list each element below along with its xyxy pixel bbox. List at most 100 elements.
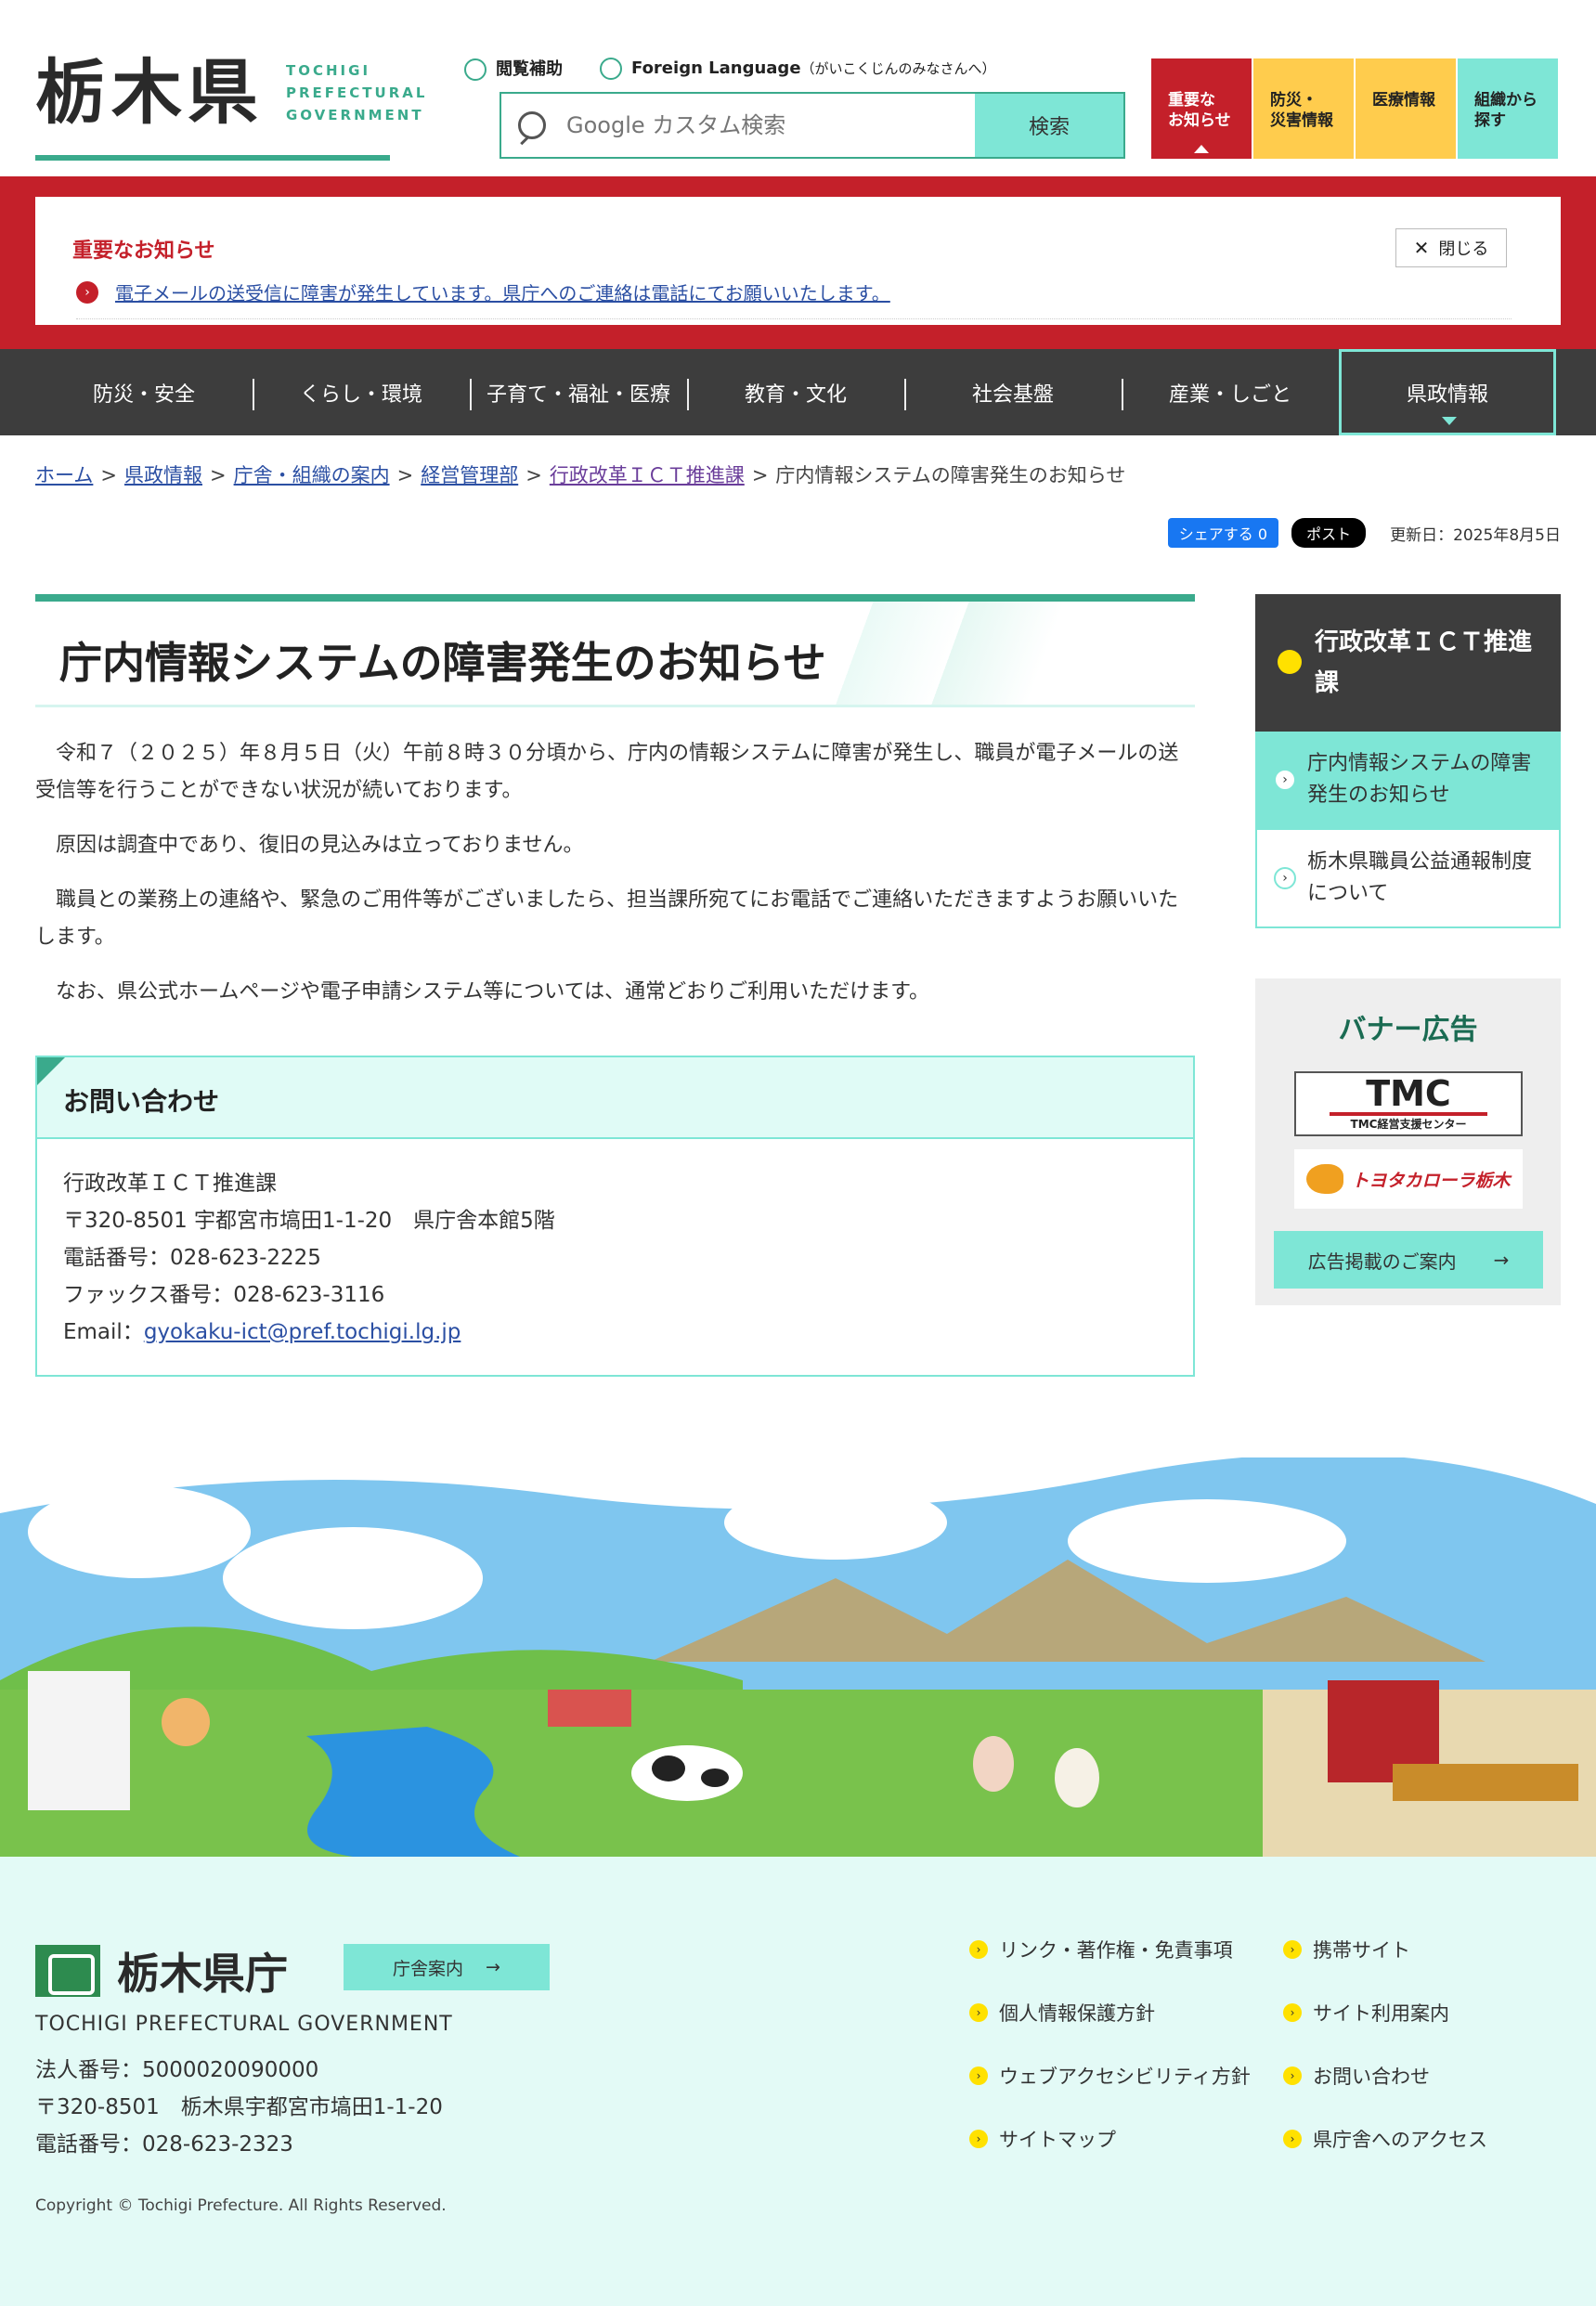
important-notice-button[interactable]: 重要な お知らせ <box>1151 58 1252 159</box>
paragraph: 原因は調査中であり、復旧の見込みは立っておりません。 <box>56 834 584 857</box>
global-nav: 防災・安全 くらし・環境 子育て・福祉・医療 教育・文化 社会基盤 産業・しごと… <box>0 349 1596 435</box>
search-button[interactable]: 検索 <box>975 94 1123 157</box>
browse-assist-label: 閲覧補助 <box>496 59 563 79</box>
sidebar-heading-label: 行政改革ＩＣＴ推進課 <box>1315 628 1533 697</box>
notice-link[interactable]: 電子メールの送受信に障害が発生しています。県庁へのご連絡は電話にてお願いいたしま… <box>115 279 890 305</box>
breadcrumb-link[interactable]: 庁舎・組織の案内 <box>234 464 390 486</box>
footer-links: › リンク・著作権・免責事項 › 携帯サイト › 個人情報保護方針 › サイト利用案内 … <box>969 1937 1562 2152</box>
footer-link-label: 携帯サイト <box>1313 1939 1410 1962</box>
site-footer: 栃木県庁 庁舎案内 → TOCHIGI PREFECTURAL GOVERNME… <box>0 1857 1596 2306</box>
nav-item-prefectural-admin[interactable]: 県政情報 <box>1339 349 1556 435</box>
close-icon: ✕ <box>1413 237 1430 259</box>
logo-underline <box>35 155 390 161</box>
disaster-info-button[interactable]: 防災・ 災害情報 <box>1253 58 1354 159</box>
paragraph: 職員との業務上の連絡や、緊急のご用件等がございましたら、担当課所宛てにお電話でご… <box>35 888 1179 949</box>
nav-item-disaster-safety[interactable]: 防災・安全 <box>35 349 253 435</box>
footer-info: 法人番号：5000020090000 〒320-8501 栃木県宇都宮市塙田1-… <box>35 2052 443 2163</box>
contact-address: 〒320-8501 宇都宮市塙田1-1-20 県庁舎本館5階 <box>63 1209 555 1233</box>
chevron-right-icon: › <box>969 1940 988 1959</box>
footer-link-label: リンク・著作権・免責事項 <box>999 1939 1233 1962</box>
footer-link-label: お問い合わせ <box>1313 2066 1430 2088</box>
footer-link-access[interactable]: › 県庁舎へのアクセス <box>1283 2126 1562 2152</box>
footer-link-contact[interactable]: › お問い合わせ <box>1283 2063 1562 2089</box>
breadcrumb-link[interactable]: 経営管理部 <box>421 464 518 486</box>
breadcrumb: ホーム > 県政情報 > 庁舎・組織の案内 > 経営管理部 > 行政改革ＩＣＴ推進課 > 庁内情報シ… <box>35 464 1126 486</box>
nav-item-childcare-welfare[interactable]: 子育て・福祉・医療 <box>470 349 687 435</box>
utility-links: 閲覧補助 Foreign Language（がいこくじんのみなさんへ） <box>464 56 996 81</box>
footer-address: 〒320-8501 栃木県宇都宮市塙田1-1-20 <box>35 2095 443 2119</box>
sidebar-heading: 行政改革ＩＣＴ推進課 <box>1255 594 1561 732</box>
search-icon <box>518 111 546 139</box>
footer-link-site-guide[interactable]: › サイト利用案内 <box>1283 2000 1562 2026</box>
footer-link-label: 個人情報保護方針 <box>999 2002 1155 2025</box>
chevron-right-icon: › <box>969 2130 988 2148</box>
chevron-right-icon: › <box>969 2003 988 2022</box>
sidebar-item-label: 栃木県職員公益通報制度について <box>1307 850 1533 905</box>
sidebar-item-label: 庁内情報システムの障害発生のお知らせ <box>1307 752 1532 807</box>
footer-phone: 電話番号：028-623-2323 <box>35 2132 293 2157</box>
page-title-box: 庁内情報システムの障害発生のお知らせ <box>35 594 1195 707</box>
chevron-right-icon: › <box>1274 769 1296 791</box>
ad-info-button[interactable]: 広告掲載のご案内 → <box>1274 1231 1543 1289</box>
updated-date: 更新日：2025年8月5日 <box>1390 525 1561 545</box>
footer-link-copyright[interactable]: › リンク・著作権・免責事項 <box>969 1937 1283 1963</box>
nav-item-living-environment[interactable]: くらし・環境 <box>253 349 470 435</box>
paragraph: なお、県公式ホームページや電子申請システム等については、通常どおりご利用いただけ… <box>56 980 929 1004</box>
chevron-right-icon: › <box>1283 1940 1302 1959</box>
banner-ads: バナー広告 TMC TMC経営支援センター トヨタカローラ栃木 広告掲載のご案内… <box>1255 978 1561 1305</box>
notice-close-label: 閉じる <box>1438 240 1489 259</box>
corporate-number: 法人番号：5000020090000 <box>35 2058 319 2082</box>
x-post-button[interactable]: ポスト <box>1291 518 1367 548</box>
contact-email-row: Email：gyokaku-ict@pref.tochigi.lg.jp <box>63 1314 1167 1351</box>
breadcrumb-link[interactable]: 行政改革ＩＣＴ推進課 <box>550 464 745 486</box>
footer-link-privacy[interactable]: › 個人情報保護方針 <box>969 2000 1283 2026</box>
nav-item-industry-work[interactable]: 産業・しごと <box>1122 349 1339 435</box>
nav-item-education-culture[interactable]: 教育・文化 <box>687 349 904 435</box>
notice-box: 重要なお知らせ ✕ 閉じる › 電子メールの送受信に障害が発生しています。県庁へ… <box>35 197 1561 325</box>
email-label: Email： <box>63 1320 144 1344</box>
chevron-right-icon: › <box>1283 2003 1302 2022</box>
chevron-right-icon: › <box>76 280 98 304</box>
tmc-banner[interactable]: TMC TMC経営支援センター <box>1294 1071 1523 1136</box>
notice-item: › 電子メールの送受信に障害が発生しています。県庁へのご連絡は電話にてお願いいた… <box>76 279 1512 319</box>
site-logo[interactable]: 栃木県 TOCHIGI PREFECTURAL GOVERNMENT <box>35 58 427 128</box>
contact-email-link[interactable]: gyokaku-ict@pref.tochigi.lg.jp <box>144 1320 461 1344</box>
medical-info-button[interactable]: 医療情報 <box>1356 58 1456 159</box>
foreign-language-sub: （がいこくじんのみなさんへ） <box>800 59 996 77</box>
landscape-illustration <box>0 1457 1596 1857</box>
contact-dept: 行政改革ＩＣＴ推進課 <box>63 1172 277 1196</box>
contact-heading: お問い合わせ <box>37 1057 1193 1139</box>
footer-link-label: ウェブアクセシビリティ方針 <box>999 2066 1251 2088</box>
banner-title: バナー広告 <box>1338 1014 1478 1046</box>
building-guide-button[interactable]: 庁舎案内 → <box>344 1944 550 1990</box>
browse-assist-link[interactable]: 閲覧補助 <box>464 56 563 81</box>
breadcrumb-link[interactable]: ホーム <box>35 464 93 486</box>
globe-icon <box>600 57 622 80</box>
main-content: 庁内情報システムの障害発生のお知らせ 令和７（２０２５）年８月５日（火）午前８時… <box>35 594 1195 1377</box>
notice-title: 重要なお知らせ <box>72 240 215 263</box>
nav-item-infrastructure[interactable]: 社会基盤 <box>904 349 1122 435</box>
article-body: 令和７（２０２５）年８月５日（火）午前８時３０分頃から、庁内の情報システムに障害… <box>35 735 1195 1011</box>
footer-link-accessibility[interactable]: › ウェブアクセシビリティ方針 <box>969 2063 1283 2089</box>
gear-icon <box>464 58 487 81</box>
important-notice-panel: 重要なお知らせ ✕ 閉じる › 電子メールの送受信に障害が発生しています。県庁へ… <box>0 176 1596 349</box>
landscape-svg <box>0 1457 1596 1857</box>
notice-close-button[interactable]: ✕ 閉じる <box>1395 228 1507 267</box>
ad-info-label: 広告掲載のご案内 <box>1307 1250 1457 1273</box>
toyota-corolla-banner[interactable]: トヨタカローラ栃木 <box>1294 1149 1523 1209</box>
sidebar: 行政改革ＩＣＴ推進課 › 庁内情報システムの障害発生のお知らせ › 栃木県職員公… <box>1255 594 1561 1305</box>
sidebar-item-system-failure[interactable]: › 庁内情報システムの障害発生のお知らせ <box>1255 732 1561 830</box>
footer-name: 栃木県庁 <box>117 1949 288 1999</box>
footer-link-sitemap[interactable]: › サイトマップ <box>969 2126 1283 2152</box>
contact-details: 行政改革ＩＣＴ推進課 〒320-8501 宇都宮市塙田1-1-20 県庁舎本館5… <box>37 1139 1193 1375</box>
facebook-share-button[interactable]: シェアする 0 <box>1167 518 1279 548</box>
foreign-language-link[interactable]: Foreign Language（がいこくじんのみなさんへ） <box>600 57 996 80</box>
building-guide-label: 庁舎案内 <box>393 1958 464 1979</box>
search-input[interactable] <box>566 112 975 138</box>
find-by-organization-button[interactable]: 組織から 探す <box>1458 58 1558 159</box>
footer-link-mobile[interactable]: › 携帯サイト <box>1283 1937 1562 1963</box>
footer-logo[interactable]: 栃木県庁 <box>35 1940 288 2002</box>
logo-en-line: GOVERNMENT <box>286 107 424 123</box>
sidebar-item-whistleblower[interactable]: › 栃木県職員公益通報制度について <box>1255 830 1561 928</box>
breadcrumb-link[interactable]: 県政情報 <box>124 464 202 486</box>
